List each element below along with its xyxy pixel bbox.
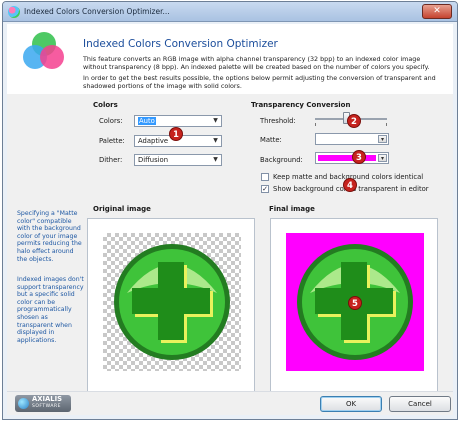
title-bar[interactable]: Indexed Colors Conversion Optimizer... ✕ [3, 2, 457, 22]
final-image-title: Final image [269, 205, 315, 213]
chevron-down-icon[interactable]: ▼ [211, 137, 220, 145]
matte-color-swatch [318, 136, 376, 142]
dither-label: Dither: [99, 156, 123, 164]
brand-name: AXIALIS [32, 395, 63, 403]
colors-label: Colors: [99, 117, 123, 125]
colors-combobox[interactable]: Auto ▼ [134, 115, 222, 127]
dialog-window: Indexed Colors Conversion Optimizer... ✕… [2, 1, 458, 420]
callout-marker: 3 [352, 150, 366, 164]
callout-marker: 5 [348, 296, 362, 310]
colors-value: Auto [138, 117, 156, 125]
keep-identical-checkbox[interactable] [261, 173, 269, 181]
final-image-preview: 5 [270, 218, 438, 392]
description: This feature converts an RGB image with … [83, 55, 443, 90]
dither-select[interactable]: Diffusion ▼ [134, 154, 222, 166]
header-panel: Indexed Colors Conversion Optimizer This… [7, 24, 453, 94]
palette-label: Palette: [99, 137, 125, 145]
chevron-down-icon[interactable]: ▼ [211, 117, 220, 125]
chevron-down-icon[interactable]: ▾ [378, 154, 387, 162]
transparency-tip: Indexed images don't support transparenc… [17, 276, 84, 344]
brand-sub: SOFTWARE [32, 404, 61, 409]
close-button[interactable]: ✕ [422, 4, 452, 19]
axialis-logo: AXIALIS SOFTWARE [15, 395, 71, 412]
rgb-circles-icon [23, 32, 65, 72]
background-color-swatch [318, 155, 376, 161]
matte-label: Matte: [260, 136, 282, 144]
threshold-label: Threshold: [260, 117, 296, 125]
dialog-body: Indexed Colors Conversion Optimizer This… [7, 24, 453, 415]
callout-marker: 4 [343, 178, 357, 192]
show-transparent-checkbox[interactable]: ✓ [261, 185, 269, 193]
slider-tick [315, 123, 316, 126]
dither-value: Diffusion [138, 156, 169, 164]
button-bar: AXIALIS SOFTWARE OK Cancel [7, 391, 453, 415]
ok-button[interactable]: OK [320, 396, 382, 412]
description-paragraph: In order to get the best results possibl… [83, 73, 436, 90]
page-title: Indexed Colors Conversion Optimizer [83, 38, 278, 50]
chevron-down-icon[interactable]: ▼ [211, 156, 220, 164]
colors-group-title: Colors [93, 101, 118, 109]
description-paragraph: This feature converts an RGB image with … [83, 55, 430, 72]
chevron-down-icon[interactable]: ▾ [378, 135, 387, 143]
slider-tick [386, 123, 387, 126]
original-image-title: Original image [93, 205, 151, 213]
matte-tip: Specifying a "Matte color" compatible wi… [17, 210, 82, 263]
transparency-group-title: Transparency Conversion [251, 101, 351, 109]
green-plus-icon [114, 244, 230, 360]
callout-marker: 1 [169, 127, 183, 141]
axialis-icon [18, 398, 29, 409]
app-icon [8, 6, 20, 18]
background-label: Background: [260, 156, 303, 164]
window-title: Indexed Colors Conversion Optimizer... [24, 7, 170, 16]
original-image-preview [87, 218, 255, 392]
cancel-button[interactable]: Cancel [389, 396, 451, 412]
callout-marker: 2 [347, 114, 361, 128]
matte-color-picker[interactable]: ▾ [315, 133, 389, 145]
palette-value: Adaptive [138, 137, 169, 145]
